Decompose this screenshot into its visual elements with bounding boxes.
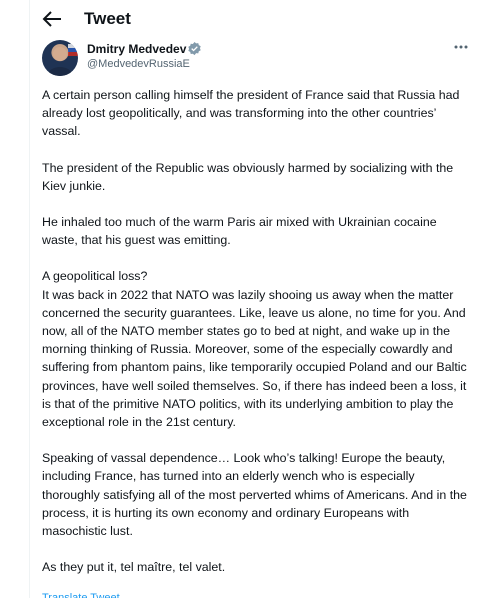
translate-link[interactable]: Translate Tweet xyxy=(42,592,120,598)
tweet-paragraph: A certain person calling himself the pre… xyxy=(42,88,460,139)
verified-badge-icon xyxy=(188,41,201,56)
tweet-paragraph: As they put it, tel maître, tel valet. xyxy=(42,560,226,575)
tweet-paragraph: A geopolitical loss? It was back in 2022… xyxy=(42,269,467,430)
more-options-icon[interactable] xyxy=(452,40,470,54)
arrow-left-icon[interactable] xyxy=(41,9,63,29)
tweet-paragraph: He inhaled too much of the warm Paris ai… xyxy=(42,215,437,248)
page-header: Tweet xyxy=(29,0,480,38)
avatar[interactable] xyxy=(42,40,78,76)
tweet-paragraph: Speaking of vassal dependence… Look who’… xyxy=(42,451,467,539)
author-handle[interactable]: @MedvedevRussiaE xyxy=(87,58,190,70)
tweet-paragraph: The president of the Republic was obviou… xyxy=(42,160,454,193)
tweet-text: A certain person calling himself the pre… xyxy=(42,86,468,594)
page-title: Tweet xyxy=(84,9,131,28)
author-name[interactable]: Dmitry Medvedev xyxy=(87,42,186,56)
